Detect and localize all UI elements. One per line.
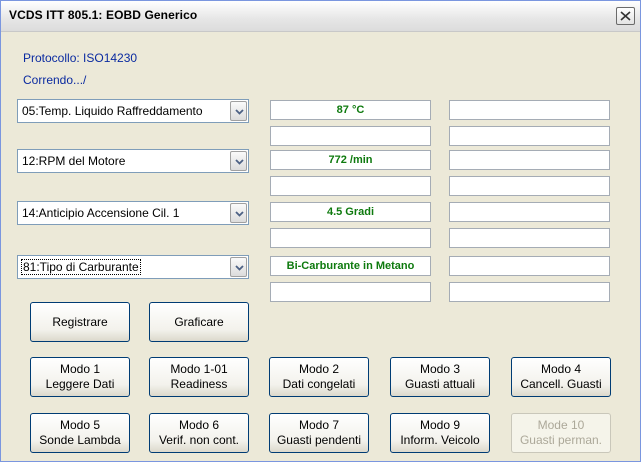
mode-3-button[interactable]: Modo 3 Guasti attuali	[390, 357, 490, 397]
mode-7-title: Modo 7	[298, 418, 340, 432]
group-select-1[interactable]: 05:Temp. Liquido Raffreddamento	[17, 99, 249, 123]
close-button[interactable]	[616, 7, 635, 25]
record-button[interactable]: Registrare	[30, 302, 130, 342]
mode-9-subtitle: Inform. Veicolo	[400, 433, 480, 447]
dropdown-button-2[interactable]	[230, 151, 247, 171]
graph-button-label: Graficare	[174, 315, 224, 329]
group-select-3-value: 14:Anticipio Accensione Cil. 1	[22, 206, 180, 220]
value-field-4a: Bi-Carburante in Metano	[270, 256, 431, 276]
value-field-3c	[270, 228, 431, 248]
value-field-1b	[449, 100, 610, 120]
value-field-3a: 4.5 Gradi	[270, 202, 431, 222]
mode-4-title: Modo 4	[540, 362, 582, 376]
dropdown-button-1[interactable]	[230, 101, 247, 121]
dropdown-button-3[interactable]	[230, 203, 247, 223]
chevron-down-icon	[235, 109, 244, 115]
title-bar[interactable]: VCDS ITT 805.1: EOBD Generico	[1, 1, 640, 32]
running-label: Correndo.../	[23, 73, 87, 87]
group-select-2[interactable]: 12:RPM del Motore	[17, 149, 249, 173]
value-field-3d	[449, 228, 610, 248]
value-field-2c	[270, 176, 431, 196]
mode-1-subtitle: Leggere Dati	[45, 377, 115, 391]
mode-5-title: Modo 5	[59, 418, 101, 432]
value-field-2d	[449, 176, 610, 196]
chevron-down-icon	[235, 159, 244, 165]
value-field-2b	[449, 150, 610, 170]
group-select-4[interactable]: 81:Tipo di Carburante	[17, 255, 249, 279]
mode-1-button[interactable]: Modo 1 Leggere Dati	[30, 357, 130, 397]
mode-10-button[interactable]: Mode 10 Guasti perman.	[511, 413, 611, 453]
mode-5-subtitle: Sonde Lambda	[39, 433, 121, 447]
mode-7-button[interactable]: Modo 7 Guasti pendenti	[269, 413, 369, 453]
chevron-down-icon	[235, 265, 244, 271]
mode-6-button[interactable]: Modo 6 Verif. non cont.	[149, 413, 249, 453]
group-select-1-value: 05:Temp. Liquido Raffreddamento	[22, 104, 203, 118]
value-field-4d	[449, 282, 610, 302]
value-field-4c	[270, 282, 431, 302]
value-field-1d	[449, 126, 610, 146]
protocol-label: Protocollo: ISO14230	[23, 51, 138, 65]
mode-7-subtitle: Guasti pendenti	[276, 433, 362, 447]
group-select-2-value: 12:RPM del Motore	[22, 154, 126, 168]
mode-2-title: Modo 2	[298, 362, 340, 376]
mode-1-01-subtitle: Readiness	[170, 377, 228, 391]
mode-1-01-title: Modo 1-01	[170, 362, 228, 376]
mode-9-button[interactable]: Modo 9 Inform. Veicolo	[390, 413, 490, 453]
graph-button[interactable]: Graficare	[149, 302, 249, 342]
value-field-4b	[449, 256, 610, 276]
mode-10-title: Mode 10	[537, 418, 585, 432]
app-window: VCDS ITT 805.1: EOBD Generico Protocollo…	[0, 0, 641, 462]
value-field-3b	[449, 202, 610, 222]
value-field-1a: 87 °C	[270, 100, 431, 120]
mode-4-subtitle: Cancell. Guasti	[520, 377, 602, 391]
mode-3-title: Modo 3	[419, 362, 461, 376]
value-field-2a: 772 /min	[270, 150, 431, 170]
mode-6-title: Modo 6	[178, 418, 220, 432]
mode-1-01-button[interactable]: Modo 1-01 Readiness	[149, 357, 249, 397]
record-button-label: Registrare	[52, 315, 108, 329]
mode-3-subtitle: Guasti attuali	[404, 377, 476, 391]
chevron-down-icon	[235, 211, 244, 217]
window-title: VCDS ITT 805.1: EOBD Generico	[9, 8, 198, 22]
mode-6-subtitle: Verif. non cont.	[158, 433, 240, 447]
mode-10-subtitle: Guasti perman.	[519, 433, 603, 447]
mode-2-button[interactable]: Modo 2 Dati congelati	[269, 357, 369, 397]
mode-5-button[interactable]: Modo 5 Sonde Lambda	[30, 413, 130, 453]
mode-4-button[interactable]: Modo 4 Cancell. Guasti	[511, 357, 611, 397]
group-select-3[interactable]: 14:Anticipio Accensione Cil. 1	[17, 201, 249, 225]
mode-9-title: Modo 9	[419, 418, 461, 432]
dropdown-button-4[interactable]	[230, 257, 247, 277]
group-select-4-value: 81:Tipo di Carburante	[21, 259, 141, 275]
mode-1-title: Modo 1	[59, 362, 101, 376]
value-field-1c	[270, 126, 431, 146]
close-icon	[620, 11, 631, 21]
client-area: Protocollo: ISO14230 Correndo.../ 05:Tem…	[1, 32, 640, 461]
mode-2-subtitle: Dati congelati	[282, 377, 356, 391]
